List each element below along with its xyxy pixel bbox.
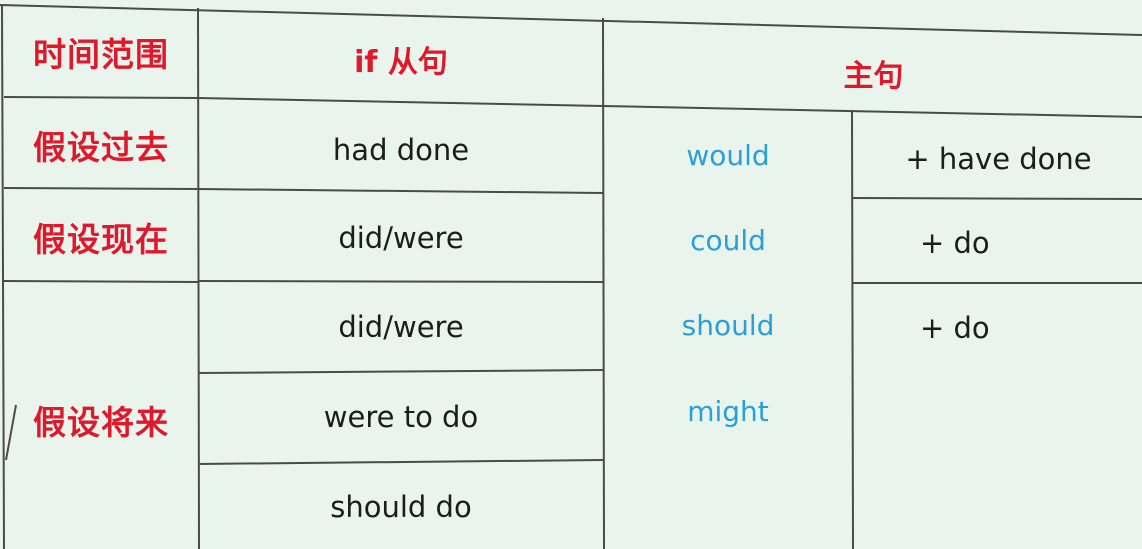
modal-would: would (686, 138, 770, 172)
if-form-future-2: were to do (323, 400, 479, 434)
if-form-future-1: did/were (338, 310, 464, 344)
main-suffix-present: + do (920, 226, 990, 260)
if-form-past: had done (332, 133, 470, 167)
main-suffix-future: + do (920, 311, 990, 345)
modal-should: should (681, 308, 775, 342)
label-past: 假设过去 (33, 128, 169, 167)
modal-might: might (687, 394, 769, 428)
main-suffix-past: + have done (905, 142, 1092, 176)
header-if-clause: if 从句 (354, 45, 448, 80)
if-form-present: did/were (338, 221, 464, 255)
if-form-future-3: should do (330, 490, 472, 524)
modal-could: could (690, 223, 766, 257)
header-main-clause: 主句 (843, 59, 904, 94)
grammar-table: 时间范围 if 从句 主句 假设过去 假设现在 假设将来 had done di… (0, 0, 1142, 549)
header-time-range: 时间范围 (33, 35, 169, 74)
label-present: 假设现在 (33, 220, 169, 259)
label-future: 假设将来 (33, 403, 169, 442)
